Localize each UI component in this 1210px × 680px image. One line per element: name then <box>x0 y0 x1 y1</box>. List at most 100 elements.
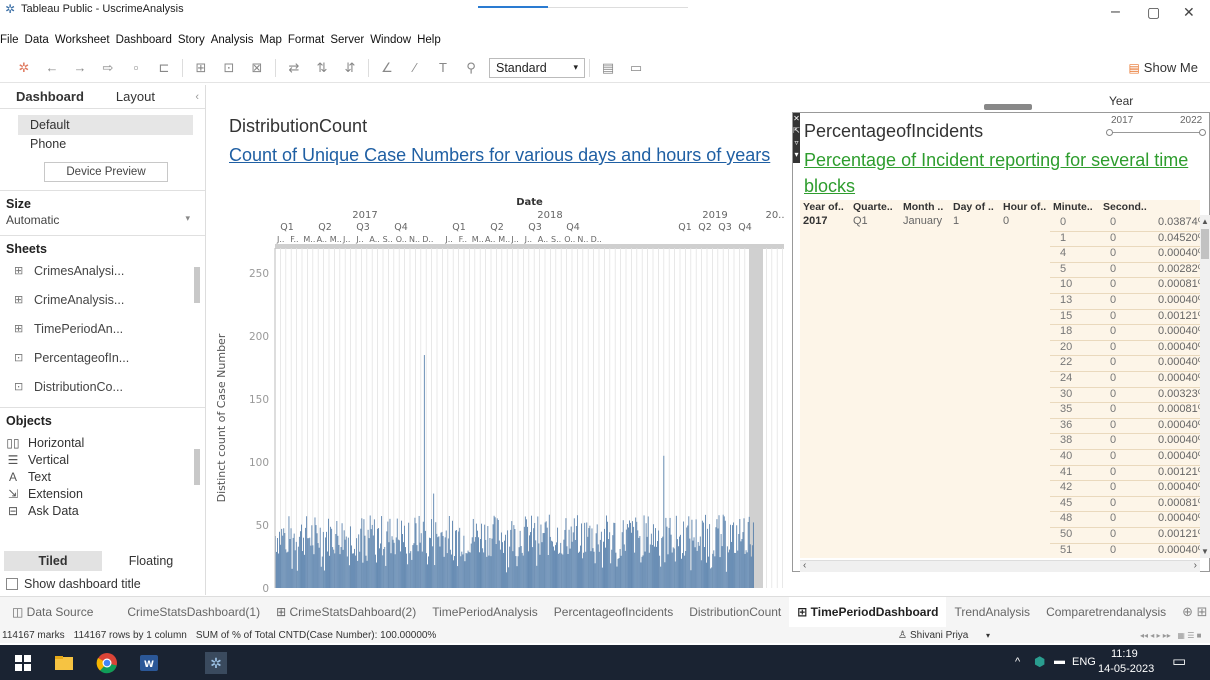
chart-bar[interactable] <box>445 530 447 588</box>
chart-bar[interactable] <box>355 555 357 588</box>
chart-bar[interactable] <box>530 532 531 588</box>
chart-bar[interactable] <box>649 544 651 588</box>
chart-bar[interactable] <box>328 518 329 588</box>
sort-descending-icon[interactable]: ⇵ <box>342 60 358 76</box>
chart-bar[interactable] <box>748 516 750 588</box>
chart-bar[interactable] <box>596 524 598 588</box>
sheet-item[interactable]: ⊞ TimePeriodAn... <box>0 314 205 343</box>
chart-bar[interactable] <box>726 546 728 588</box>
chart-bar[interactable] <box>508 567 510 588</box>
device-default[interactable]: Default <box>18 115 193 135</box>
table-row[interactable]: 15 0 0.00121% <box>800 308 1208 325</box>
chart-bar[interactable] <box>484 524 486 588</box>
chart-bar[interactable] <box>510 529 512 588</box>
chart-bar[interactable] <box>696 550 698 588</box>
chart-bar[interactable] <box>500 532 502 588</box>
chart-bar[interactable] <box>712 553 714 588</box>
chart-bar[interactable] <box>384 546 386 588</box>
chart-bar[interactable] <box>534 522 536 588</box>
chart-bar[interactable] <box>319 527 321 588</box>
chart-bar[interactable] <box>628 527 629 588</box>
status-user[interactable]: Shivani Priya <box>910 630 968 641</box>
chart-bar[interactable] <box>549 536 551 588</box>
highlight-icon[interactable]: ∠ <box>379 60 395 76</box>
chart-bar[interactable] <box>382 555 384 588</box>
chart-bar[interactable] <box>570 526 572 588</box>
chart-bar[interactable] <box>544 522 546 588</box>
chart-bar[interactable] <box>599 539 601 588</box>
chart-bar[interactable] <box>669 517 671 588</box>
chart-bar[interactable] <box>455 530 456 588</box>
chart-bar[interactable] <box>278 553 279 588</box>
table-row[interactable]: 30 0 0.00323% <box>800 386 1208 403</box>
chart-bar[interactable] <box>494 517 496 588</box>
tray-chevron-icon[interactable]: ^ <box>1015 656 1020 668</box>
chart-bar[interactable] <box>742 532 744 588</box>
table-row[interactable]: 20 0 0.00040% <box>800 339 1208 356</box>
chart-bar[interactable] <box>373 519 375 588</box>
chart-bar[interactable] <box>729 549 730 588</box>
clock-date[interactable]: 14-05-2023 <box>1098 663 1154 675</box>
chart-bar[interactable] <box>558 553 560 588</box>
chart-bar[interactable] <box>715 527 717 588</box>
chart-bar[interactable] <box>465 553 467 588</box>
chart-bar[interactable] <box>443 556 445 588</box>
chart-bar[interactable] <box>431 519 433 588</box>
chart-bar[interactable] <box>462 554 464 588</box>
sheets-scrollbar[interactable] <box>194 267 200 303</box>
tab-dashboard[interactable]: Dashboard <box>0 89 100 104</box>
chart-bar[interactable] <box>481 523 483 588</box>
chart-bar[interactable] <box>486 556 488 588</box>
chart-bar[interactable] <box>433 493 435 588</box>
chart-bar[interactable] <box>365 555 367 588</box>
chart-bar[interactable] <box>663 455 665 588</box>
header-month[interactable]: Month .. <box>903 201 943 213</box>
chart-bar[interactable] <box>664 562 666 588</box>
chart-bar[interactable] <box>303 537 304 588</box>
chart-bar[interactable] <box>710 568 712 588</box>
chart-bar[interactable] <box>393 542 395 588</box>
chart-bar[interactable] <box>620 555 622 588</box>
table-row[interactable]: 13 0 0.00040% <box>800 293 1208 309</box>
chart-bar[interactable] <box>446 553 448 588</box>
menu-map[interactable]: Map <box>260 34 282 46</box>
chart-bar[interactable] <box>297 546 299 588</box>
chart-bar[interactable] <box>379 548 380 588</box>
chart-bar[interactable] <box>360 528 362 588</box>
clock-time[interactable]: 11:19 <box>1111 648 1138 660</box>
chart-bar[interactable] <box>281 528 283 588</box>
close-button[interactable]: ✕ <box>1183 4 1195 20</box>
new-worksheet-tab-icon[interactable]: ⊕ ⊞ ⊏ <box>1174 604 1210 620</box>
chart-bar[interactable] <box>686 527 688 588</box>
panel-toolbar[interactable]: ✕ ⇱ ▿ ▾ <box>793 113 800 163</box>
windows-start-icon[interactable] <box>12 652 34 674</box>
chart-bar[interactable] <box>403 542 404 588</box>
chart-bar[interactable] <box>670 534 672 588</box>
chart-bar[interactable] <box>410 551 412 588</box>
chart-bar[interactable] <box>286 552 288 588</box>
chart-bar[interactable] <box>550 540 552 588</box>
chart-bar[interactable] <box>594 563 596 588</box>
chart-bar[interactable] <box>642 555 644 588</box>
chart-bar[interactable] <box>567 554 569 588</box>
chart-bar[interactable] <box>752 522 754 588</box>
chart-bar[interactable] <box>283 528 285 588</box>
chart-bar[interactable] <box>448 515 450 588</box>
chart-bar[interactable] <box>727 552 729 588</box>
chart-bar[interactable] <box>522 555 524 588</box>
chart-bar[interactable] <box>427 564 428 588</box>
chart-bar[interactable] <box>580 545 581 588</box>
chart-bar[interactable] <box>449 549 451 588</box>
chart-bar[interactable] <box>444 537 446 588</box>
chart-bar[interactable] <box>277 537 278 588</box>
container-handle[interactable] <box>984 104 1032 110</box>
chart-bar[interactable] <box>652 524 654 588</box>
chart-bar[interactable] <box>489 538 491 588</box>
chart-bar[interactable] <box>369 515 371 588</box>
chart-bar[interactable] <box>623 544 625 588</box>
chart-bar[interactable] <box>364 535 366 588</box>
chart-bar[interactable] <box>719 557 721 588</box>
group-icon[interactable]: ⁄ <box>407 60 423 75</box>
sheet-nav-icons[interactable]: ◂◂ ◂ ▸ ▸▸ ▦ ☰ ■ <box>1140 631 1201 640</box>
chart-bar[interactable] <box>538 543 540 588</box>
